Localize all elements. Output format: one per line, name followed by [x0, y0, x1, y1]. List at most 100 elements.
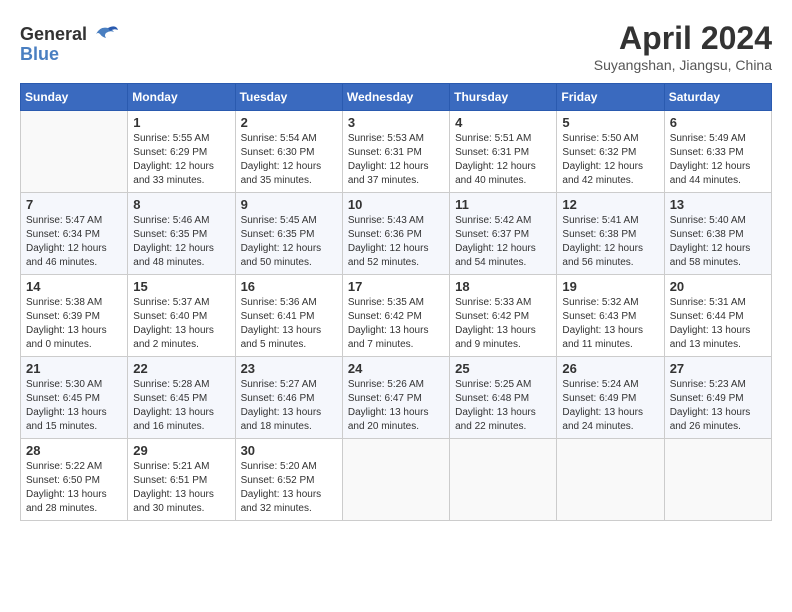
calendar-cell: 18 Sunrise: 5:33 AM Sunset: 6:42 PM Dayli…	[450, 275, 557, 357]
day-info: Sunrise: 5:23 AM Sunset: 6:49 PM Dayligh…	[670, 378, 766, 434]
calendar-cell: 3Sunrise: 5:53 AM Sunset: 6:31 PM Daylig…	[342, 111, 449, 193]
calendar-cell: 8 Sunrise: 5:46 AM Sunset: 6:35 PM Daylig…	[128, 193, 235, 275]
day-number: 15	[133, 279, 229, 294]
day-info: Sunrise: 5:50 AM Sunset: 6:32 PM Dayligh…	[562, 132, 658, 188]
day-info: Sunrise: 5:43 AM Sunset: 6:36 PM Dayligh…	[348, 214, 444, 270]
weekday-header-saturday: Saturday	[664, 84, 771, 111]
day-info: Sunrise: 5:55 AM Sunset: 6:29 PM Dayligh…	[133, 132, 229, 188]
calendar-cell: 20 Sunrise: 5:31 AM Sunset: 6:44 PM Dayli…	[664, 275, 771, 357]
calendar-cell: 29 Sunrise: 5:21 AM Sunset: 6:51 PM Dayli…	[128, 439, 235, 521]
weekday-header-friday: Friday	[557, 84, 664, 111]
logo-general-text: General	[20, 24, 87, 45]
calendar-cell: 26 Sunrise: 5:24 AM Sunset: 6:49 PM Dayli…	[557, 357, 664, 439]
day-info: Sunrise: 5:21 AM Sunset: 6:51 PM Dayligh…	[133, 460, 229, 516]
day-info: Sunrise: 5:31 AM Sunset: 6:44 PM Dayligh…	[670, 296, 766, 352]
day-number: 16	[241, 279, 337, 294]
calendar-cell: 1Sunrise: 5:55 AM Sunset: 6:29 PM Daylig…	[128, 111, 235, 193]
day-info: Sunrise: 5:38 AM Sunset: 6:39 PM Dayligh…	[26, 296, 122, 352]
day-info: Sunrise: 5:22 AM Sunset: 6:50 PM Dayligh…	[26, 460, 122, 516]
weekday-header-row: SundayMondayTuesdayWednesdayThursdayFrid…	[21, 84, 772, 111]
calendar-cell: 10Sunrise: 5:43 AM Sunset: 6:36 PM Dayli…	[342, 193, 449, 275]
day-number: 22	[133, 361, 229, 376]
day-number: 5	[562, 115, 658, 130]
calendar-table: SundayMondayTuesdayWednesdayThursdayFrid…	[20, 83, 772, 521]
day-info: Sunrise: 5:30 AM Sunset: 6:45 PM Dayligh…	[26, 378, 122, 434]
day-info: Sunrise: 5:51 AM Sunset: 6:31 PM Dayligh…	[455, 132, 551, 188]
day-number: 9	[241, 197, 337, 212]
day-info: Sunrise: 5:33 AM Sunset: 6:42 PM Dayligh…	[455, 296, 551, 352]
calendar-cell	[557, 439, 664, 521]
day-number: 4	[455, 115, 551, 130]
day-number: 28	[26, 443, 122, 458]
calendar-week-row: 7 Sunrise: 5:47 AM Sunset: 6:34 PM Daylig…	[21, 193, 772, 275]
day-number: 19	[562, 279, 658, 294]
calendar-subtitle: Suyangshan, Jiangsu, China	[594, 57, 772, 73]
calendar-cell: 12Sunrise: 5:41 AM Sunset: 6:38 PM Dayli…	[557, 193, 664, 275]
day-number: 30	[241, 443, 337, 458]
calendar-cell: 17 Sunrise: 5:35 AM Sunset: 6:42 PM Dayli…	[342, 275, 449, 357]
calendar-cell: 15 Sunrise: 5:37 AM Sunset: 6:40 PM Dayli…	[128, 275, 235, 357]
day-info: Sunrise: 5:35 AM Sunset: 6:42 PM Dayligh…	[348, 296, 444, 352]
day-info: Sunrise: 5:45 AM Sunset: 6:35 PM Dayligh…	[241, 214, 337, 270]
logo-bird-icon	[90, 20, 118, 48]
day-info: Sunrise: 5:28 AM Sunset: 6:45 PM Dayligh…	[133, 378, 229, 434]
day-info: Sunrise: 5:40 AM Sunset: 6:38 PM Dayligh…	[670, 214, 766, 270]
day-number: 29	[133, 443, 229, 458]
day-number: 23	[241, 361, 337, 376]
weekday-header-sunday: Sunday	[21, 84, 128, 111]
page-header: General Blue April 2024 Suyangshan, Jian…	[20, 20, 772, 73]
day-info: Sunrise: 5:37 AM Sunset: 6:40 PM Dayligh…	[133, 296, 229, 352]
weekday-header-monday: Monday	[128, 84, 235, 111]
day-info: Sunrise: 5:32 AM Sunset: 6:43 PM Dayligh…	[562, 296, 658, 352]
day-number: 8	[133, 197, 229, 212]
day-number: 11	[455, 197, 551, 212]
calendar-cell	[450, 439, 557, 521]
calendar-cell: 9 Sunrise: 5:45 AM Sunset: 6:35 PM Daylig…	[235, 193, 342, 275]
weekday-header-thursday: Thursday	[450, 84, 557, 111]
day-info: Sunrise: 5:36 AM Sunset: 6:41 PM Dayligh…	[241, 296, 337, 352]
calendar-cell: 7 Sunrise: 5:47 AM Sunset: 6:34 PM Daylig…	[21, 193, 128, 275]
day-number: 18	[455, 279, 551, 294]
calendar-cell: 13 Sunrise: 5:40 AM Sunset: 6:38 PM Dayli…	[664, 193, 771, 275]
day-number: 2	[241, 115, 337, 130]
calendar-cell: 4 Sunrise: 5:51 AM Sunset: 6:31 PM Daylig…	[450, 111, 557, 193]
day-number: 17	[348, 279, 444, 294]
day-info: Sunrise: 5:54 AM Sunset: 6:30 PM Dayligh…	[241, 132, 337, 188]
day-number: 27	[670, 361, 766, 376]
calendar-cell	[664, 439, 771, 521]
calendar-cell: 30 Sunrise: 5:20 AM Sunset: 6:52 PM Dayli…	[235, 439, 342, 521]
day-info: Sunrise: 5:26 AM Sunset: 6:47 PM Dayligh…	[348, 378, 444, 434]
logo: General Blue	[20, 20, 118, 65]
day-number: 24	[348, 361, 444, 376]
day-number: 20	[670, 279, 766, 294]
calendar-week-row: 28 Sunrise: 5:22 AM Sunset: 6:50 PM Dayli…	[21, 439, 772, 521]
day-number: 25	[455, 361, 551, 376]
weekday-header-tuesday: Tuesday	[235, 84, 342, 111]
day-number: 26	[562, 361, 658, 376]
calendar-week-row: 21 Sunrise: 5:30 AM Sunset: 6:45 PM Dayli…	[21, 357, 772, 439]
calendar-cell	[342, 439, 449, 521]
day-number: 7	[26, 197, 122, 212]
calendar-week-row: 1Sunrise: 5:55 AM Sunset: 6:29 PM Daylig…	[21, 111, 772, 193]
calendar-cell: 5 Sunrise: 5:50 AM Sunset: 6:32 PM Daylig…	[557, 111, 664, 193]
title-block: April 2024 Suyangshan, Jiangsu, China	[594, 20, 772, 73]
day-number: 13	[670, 197, 766, 212]
day-info: Sunrise: 5:20 AM Sunset: 6:52 PM Dayligh…	[241, 460, 337, 516]
calendar-cell: 19 Sunrise: 5:32 AM Sunset: 6:43 PM Dayli…	[557, 275, 664, 357]
day-number: 21	[26, 361, 122, 376]
day-number: 12	[562, 197, 658, 212]
calendar-cell: 28 Sunrise: 5:22 AM Sunset: 6:50 PM Dayli…	[21, 439, 128, 521]
calendar-week-row: 14Sunrise: 5:38 AM Sunset: 6:39 PM Dayli…	[21, 275, 772, 357]
day-info: Sunrise: 5:49 AM Sunset: 6:33 PM Dayligh…	[670, 132, 766, 188]
day-info: Sunrise: 5:42 AM Sunset: 6:37 PM Dayligh…	[455, 214, 551, 270]
day-info: Sunrise: 5:24 AM Sunset: 6:49 PM Dayligh…	[562, 378, 658, 434]
calendar-cell: 14Sunrise: 5:38 AM Sunset: 6:39 PM Dayli…	[21, 275, 128, 357]
calendar-cell: 2 Sunrise: 5:54 AM Sunset: 6:30 PM Daylig…	[235, 111, 342, 193]
day-info: Sunrise: 5:46 AM Sunset: 6:35 PM Dayligh…	[133, 214, 229, 270]
calendar-cell: 22 Sunrise: 5:28 AM Sunset: 6:45 PM Dayli…	[128, 357, 235, 439]
calendar-cell	[21, 111, 128, 193]
calendar-cell: 23Sunrise: 5:27 AM Sunset: 6:46 PM Dayli…	[235, 357, 342, 439]
day-info: Sunrise: 5:25 AM Sunset: 6:48 PM Dayligh…	[455, 378, 551, 434]
day-info: Sunrise: 5:53 AM Sunset: 6:31 PM Dayligh…	[348, 132, 444, 188]
day-info: Sunrise: 5:47 AM Sunset: 6:34 PM Dayligh…	[26, 214, 122, 270]
